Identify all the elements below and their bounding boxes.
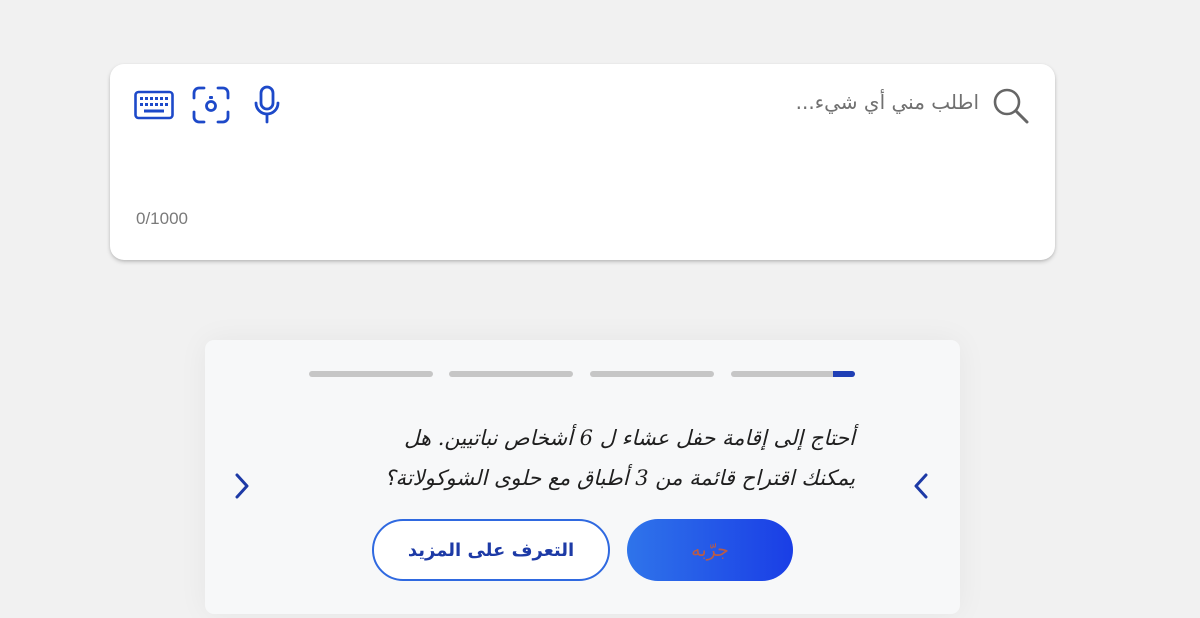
- search-icon: [991, 86, 1031, 126]
- progress-segment: [590, 371, 714, 377]
- progress-segment: [309, 371, 433, 377]
- slide-progress: [309, 371, 855, 377]
- suggestion-prompt: أحتاج إلى إقامة حفل عشاء ل 6 أشخاص نباتي…: [295, 418, 855, 498]
- prompt-line: أحتاج إلى إقامة حفل عشاء ل 6 أشخاص نباتي…: [404, 426, 855, 450]
- learn-more-button[interactable]: التعرف على المزيد: [372, 519, 610, 581]
- character-counter: 0/1000: [136, 209, 188, 228]
- chevron-right-icon[interactable]: [227, 468, 257, 504]
- chevron-left-icon[interactable]: [906, 468, 936, 504]
- prompt-line: يمكنك اقتراح قائمة من 3 أطباق مع حلوى ال…: [384, 466, 855, 490]
- keyboard-icon[interactable]: [133, 84, 175, 126]
- search-box[interactable]: اطلب مني أي شيء... 0/1000: [110, 64, 1055, 260]
- progress-segment-active: [731, 371, 855, 377]
- suggestion-card: أحتاج إلى إقامة حفل عشاء ل 6 أشخاص نباتي…: [205, 340, 960, 614]
- try-it-button[interactable]: جرّبه: [627, 519, 793, 581]
- visual-search-icon[interactable]: [190, 84, 232, 126]
- search-input[interactable]: اطلب مني أي شيء...: [796, 90, 979, 114]
- microphone-icon[interactable]: [246, 84, 288, 126]
- progress-segment: [449, 371, 573, 377]
